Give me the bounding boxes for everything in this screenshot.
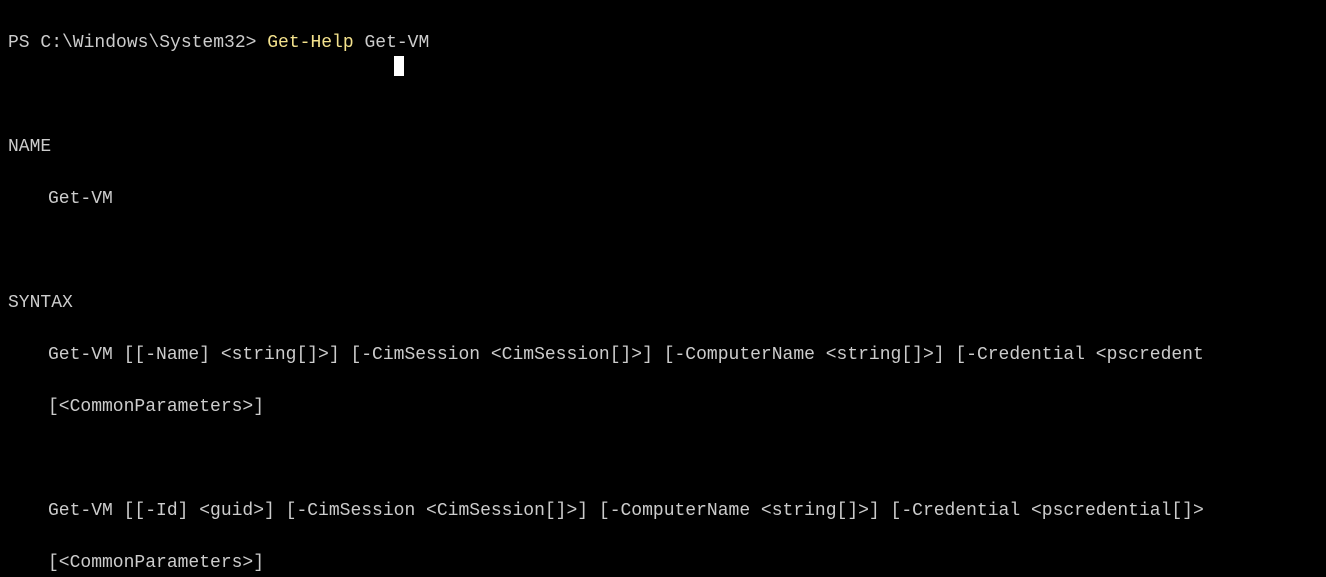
syntax-line: [<CommonParameters>]	[8, 550, 1318, 576]
blank-line	[8, 82, 1318, 108]
cmdlet-name: Get-Help	[267, 33, 353, 53]
name-header: NAME	[8, 134, 1318, 160]
blank-line	[8, 238, 1318, 264]
syntax-header: SYNTAX	[8, 290, 1318, 316]
cmdlet-arg: Get-VM	[354, 33, 430, 53]
blank-line	[8, 446, 1318, 472]
syntax-line: Get-VM [[-Id] <guid>] [-CimSession <CimS…	[8, 498, 1318, 524]
output-block: NAME Get-VM SYNTAX Get-VM [[-Name] <stri…	[8, 56, 1318, 577]
powershell-terminal[interactable]: PS C:\Windows\System32> Get-Help Get-VM …	[0, 0, 1326, 577]
syntax-line: [<CommonParameters>]	[8, 394, 1318, 420]
name-value: Get-VM	[8, 186, 1318, 212]
prompt-path: PS C:\Windows\System32>	[8, 33, 267, 53]
text-cursor	[394, 56, 404, 76]
syntax-line: Get-VM [[-Name] <string[]>] [-CimSession…	[8, 342, 1318, 368]
